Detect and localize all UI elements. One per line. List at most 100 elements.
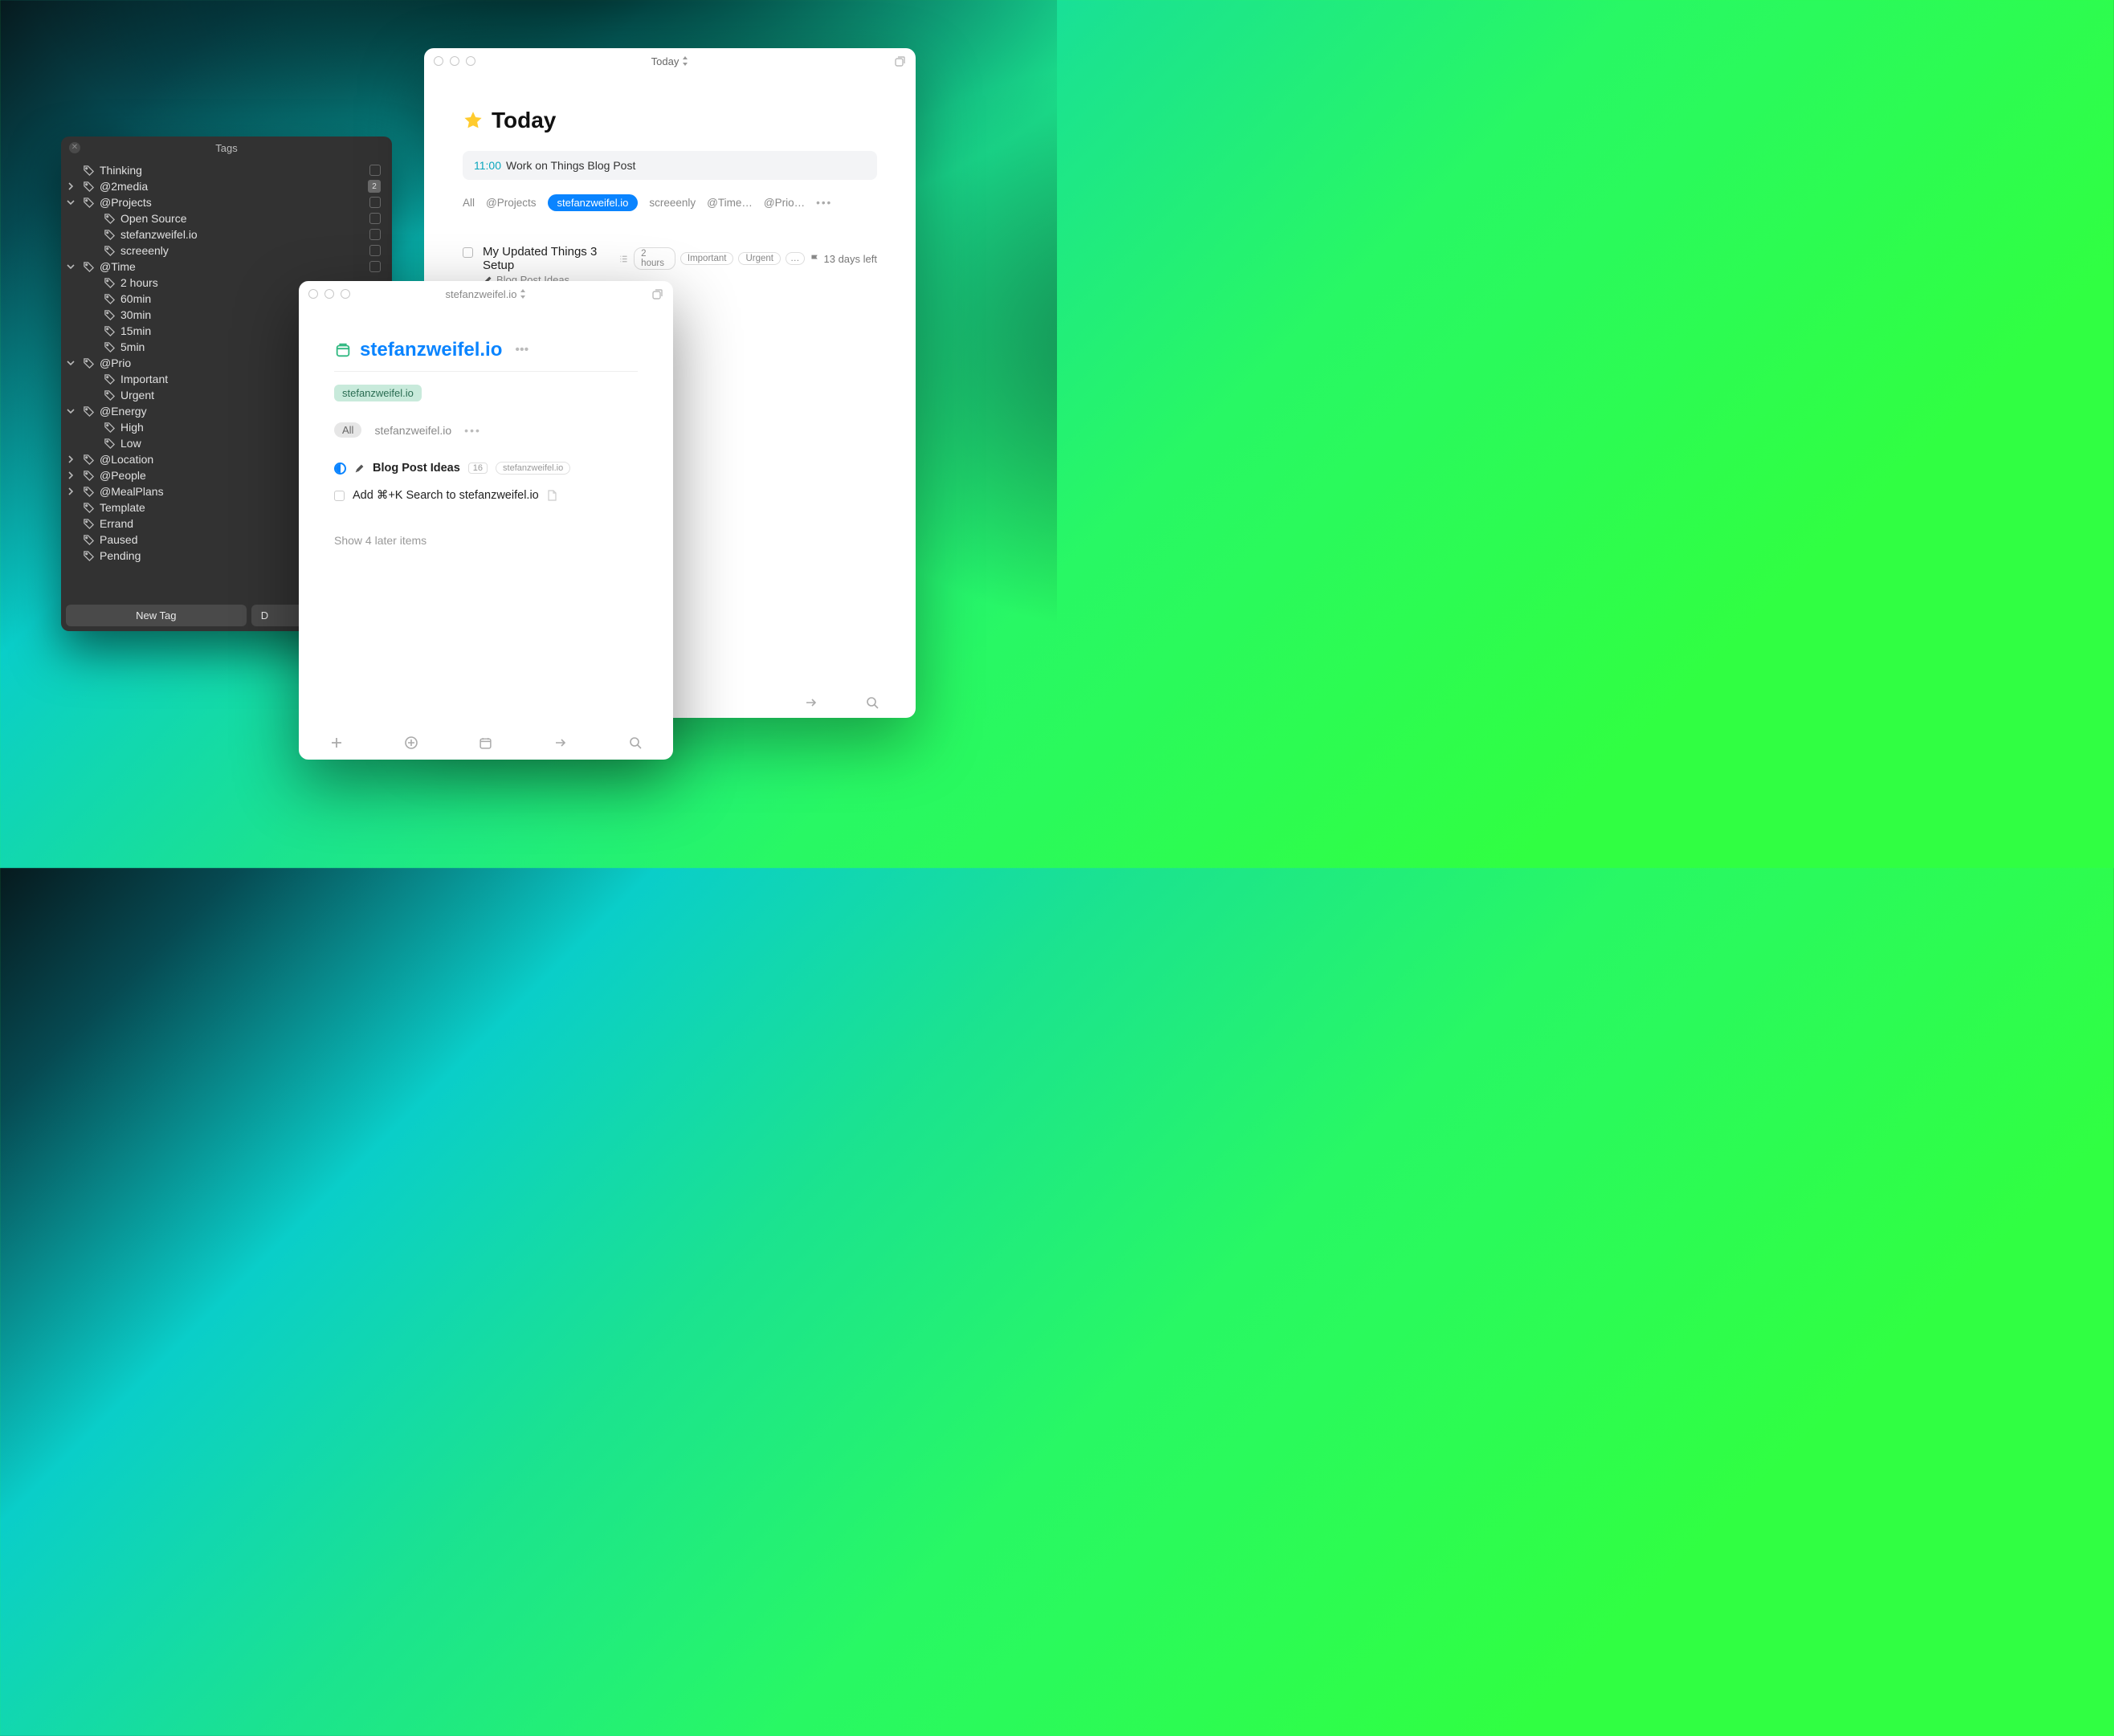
chevron-spacer — [85, 421, 98, 434]
updown-icon[interactable] — [682, 56, 688, 66]
chevron-down-icon[interactable] — [64, 357, 77, 369]
tag-icon — [82, 469, 95, 482]
today-titlebar-label[interactable]: Today — [651, 55, 680, 67]
filter-time[interactable]: @Time… — [707, 197, 753, 209]
task-checkbox[interactable] — [463, 247, 473, 258]
chevron-spacer — [85, 212, 98, 225]
calendar-icon[interactable] — [470, 736, 502, 750]
project-filter-more-icon[interactable]: ••• — [464, 424, 481, 437]
task-tag-important[interactable]: Important — [680, 252, 734, 265]
project-area-tag[interactable]: stefanzweifel.io — [334, 385, 422, 401]
add-icon[interactable] — [320, 736, 353, 749]
chevron-right-icon[interactable] — [64, 469, 77, 482]
heading-more-icon[interactable]: ••• — [515, 343, 528, 357]
jump-icon[interactable] — [545, 736, 577, 749]
tag-checkbox[interactable] — [369, 245, 381, 256]
tag-checkbox[interactable] — [369, 229, 381, 240]
close-icon[interactable]: ✕ — [69, 142, 80, 153]
tag-row[interactable]: stefanzweifel.io — [64, 226, 386, 242]
new-window-icon[interactable] — [893, 55, 906, 67]
tag-icon — [82, 549, 95, 562]
event-title: Work on Things Blog Post — [506, 159, 635, 172]
project-subproject-row[interactable]: Blog Post Ideas 16 stefanzweifel.io — [334, 462, 638, 475]
new-window-icon[interactable] — [651, 287, 663, 300]
chevron-spacer — [85, 373, 98, 385]
task-tag-2hours[interactable]: 2 hours — [634, 247, 675, 270]
calendar-event[interactable]: 11:00Work on Things Blog Post — [463, 151, 877, 180]
tags-window-title: Tags — [61, 142, 392, 154]
filter-projects[interactable]: @Projects — [486, 197, 536, 209]
new-tag-button[interactable]: New Tag — [66, 605, 247, 626]
jump-icon[interactable] — [805, 696, 818, 709]
tag-checkbox[interactable] — [369, 165, 381, 176]
checklist-icon — [618, 254, 629, 264]
star-icon — [463, 110, 484, 131]
project-filter-all[interactable]: All — [334, 422, 361, 438]
project-titlebar[interactable]: stefanzweifel.io — [299, 281, 673, 307]
tag-icon — [103, 437, 116, 450]
tag-row[interactable]: screeenly — [64, 242, 386, 259]
tag-row[interactable]: @Projects — [64, 194, 386, 210]
area-icon — [334, 341, 352, 359]
chevron-spacer — [85, 244, 98, 257]
chevron-right-icon[interactable] — [64, 485, 77, 498]
tag-icon — [103, 373, 116, 385]
tag-checkbox[interactable] — [369, 213, 381, 224]
chevron-spacer — [64, 549, 77, 562]
tag-icon — [82, 164, 95, 177]
tag-label: Open Source — [120, 212, 365, 225]
tag-icon — [82, 517, 95, 530]
tag-checkbox[interactable] — [369, 197, 381, 208]
tag-label: stefanzweifel.io — [120, 228, 365, 241]
tags-titlebar[interactable]: ✕ Tags — [61, 137, 392, 159]
chevron-spacer — [85, 292, 98, 305]
progress-ring-icon — [334, 463, 346, 475]
search-icon[interactable] — [619, 736, 651, 749]
project-task-row[interactable]: Add ⌘+K Search to stefanzweifel.io — [334, 489, 638, 502]
filter-row: All @Projects stefanzweifel.io screeenly… — [463, 194, 877, 211]
tag-row[interactable]: @Time — [64, 259, 386, 275]
tag-icon — [103, 276, 116, 289]
filter-active-pill[interactable]: stefanzweifel.io — [548, 194, 639, 211]
chevron-right-icon[interactable] — [64, 453, 77, 466]
updown-icon[interactable] — [520, 289, 526, 299]
add-section-icon[interactable] — [395, 736, 427, 750]
filter-screeenly[interactable]: screeenly — [649, 197, 696, 209]
tag-icon — [82, 357, 95, 369]
search-icon[interactable] — [866, 696, 879, 709]
chevron-down-icon[interactable] — [64, 260, 77, 273]
chevron-down-icon[interactable] — [64, 405, 77, 418]
show-later-button[interactable]: Show 4 later items — [334, 534, 638, 547]
task-checkbox[interactable] — [334, 491, 345, 501]
filter-more-icon[interactable]: ••• — [816, 197, 832, 209]
filter-prio[interactable]: @Prio… — [764, 197, 805, 209]
tag-icon — [103, 228, 116, 241]
task-tag-urgent[interactable]: Urgent — [738, 252, 781, 265]
project-titlebar-label[interactable]: stefanzweifel.io — [446, 288, 517, 300]
chevron-right-icon[interactable] — [64, 180, 77, 193]
tag-label: @Time — [100, 260, 365, 273]
tag-icon — [103, 212, 116, 225]
tag-row[interactable]: Open Source — [64, 210, 386, 226]
chevron-spacer — [85, 228, 98, 241]
tag-icon — [82, 260, 95, 273]
today-heading: Today — [463, 108, 877, 133]
tag-icon — [103, 340, 116, 353]
tag-checkbox[interactable] — [369, 261, 381, 272]
filter-all[interactable]: All — [463, 197, 475, 209]
tag-icon — [103, 389, 116, 401]
tag-row[interactable]: @2media2 — [64, 178, 386, 194]
tag-row[interactable]: Thinking — [64, 162, 386, 178]
chevron-spacer — [85, 437, 98, 450]
note-icon — [547, 490, 557, 501]
tag-icon — [103, 292, 116, 305]
chevron-down-icon[interactable] — [64, 196, 77, 209]
project-filter-tag[interactable]: stefanzweifel.io — [374, 424, 451, 437]
chevron-spacer — [85, 389, 98, 401]
task-tag-more[interactable]: … — [786, 252, 805, 265]
today-titlebar[interactable]: Today — [424, 48, 916, 74]
task-row[interactable]: My Updated Things 3 Setup 2 hours Import… — [463, 245, 877, 286]
tag-label: screeenly — [120, 244, 365, 257]
chevron-spacer — [64, 501, 77, 514]
subproject-tag[interactable]: stefanzweifel.io — [496, 462, 570, 475]
